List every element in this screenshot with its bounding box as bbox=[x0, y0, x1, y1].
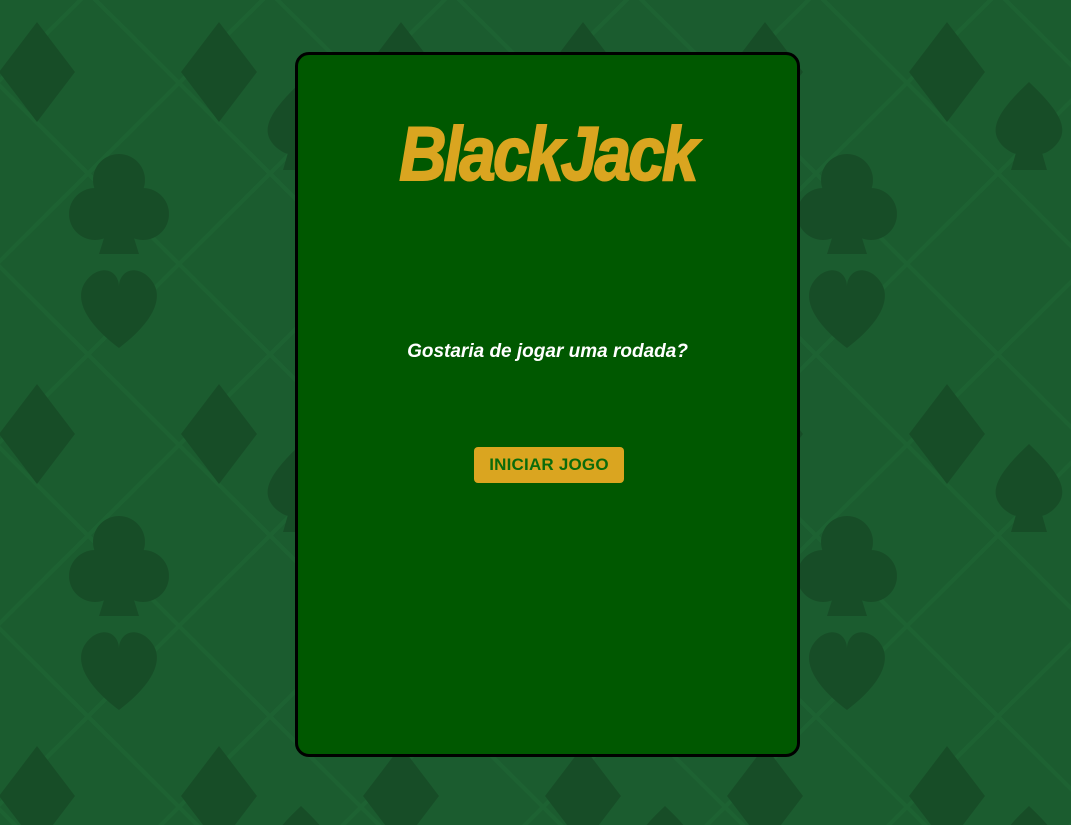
game-logo-title: BlackJack bbox=[398, 112, 699, 197]
start-game-button[interactable]: INICIAR JOGO bbox=[474, 447, 624, 483]
play-round-prompt: Gostaria de jogar uma rodada? bbox=[407, 341, 688, 362]
game-table-panel: BlackJack Gostaria de jogar uma rodada? … bbox=[295, 52, 800, 757]
